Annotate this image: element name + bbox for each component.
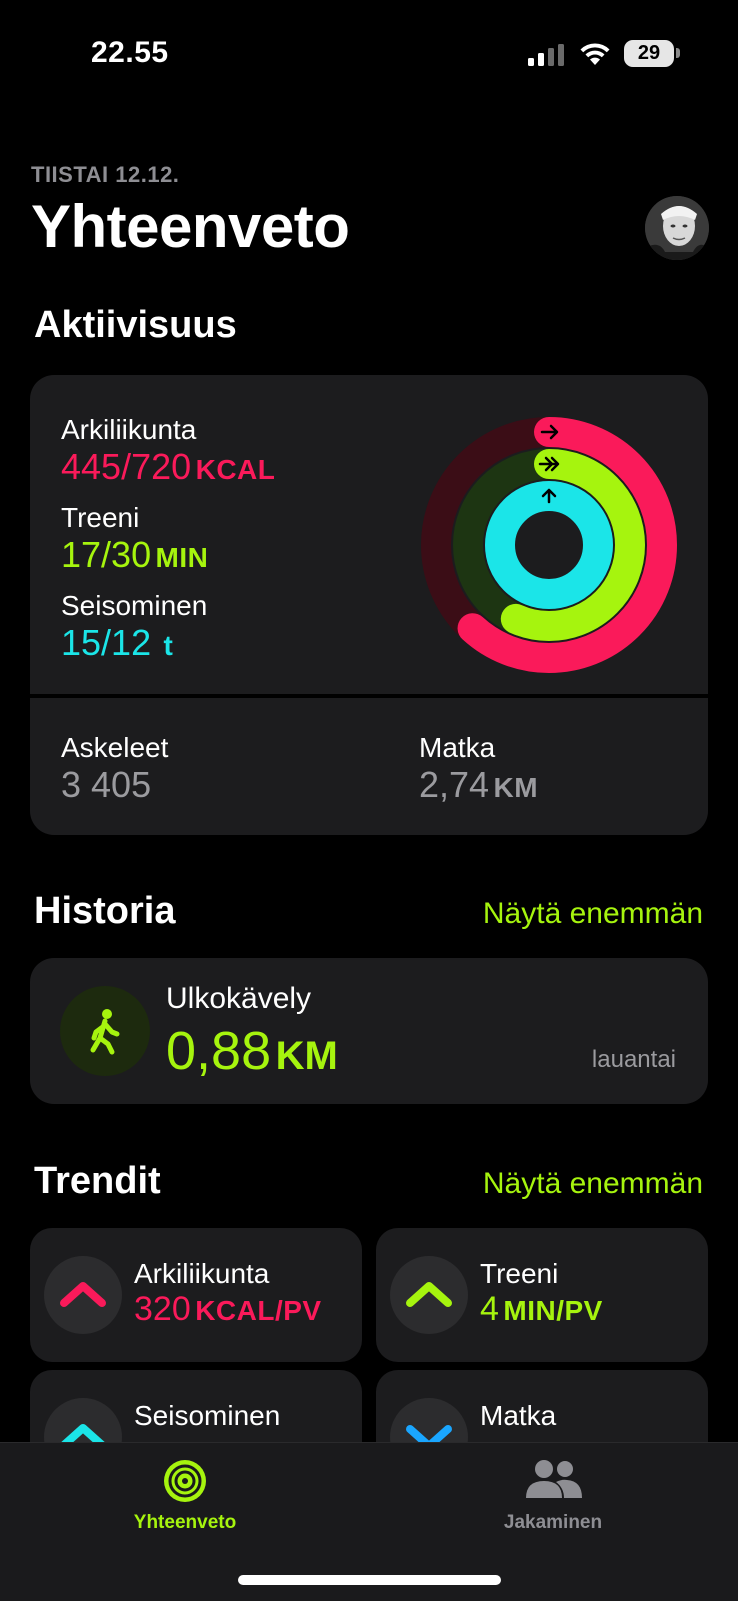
tab-sharing-label: Jakaminen: [503, 1512, 603, 1533]
page-title: Yhteenveto: [31, 193, 350, 260]
trend-label: Treeni: [480, 1258, 559, 1289]
activity-rings[interactable]: [418, 414, 680, 676]
trend-label: Matka: [480, 1400, 557, 1431]
wifi-icon: [580, 43, 610, 65]
status-time: 22.55: [91, 36, 169, 69]
trend-direction-circle: [390, 1256, 468, 1334]
history-heading: Historia: [34, 890, 176, 932]
workout-icon-circle: [60, 986, 150, 1076]
trend-unit: MIN/PV: [503, 1295, 603, 1326]
header-date: TIISTAI 12.12.: [31, 162, 180, 187]
walking-figure-icon: [90, 1009, 120, 1055]
stand-ring: [485, 481, 613, 609]
workout-unit: KM: [275, 1034, 338, 1078]
stand-value: 15/12: [61, 622, 152, 663]
trend-value-row: 4 MIN/PV: [480, 1290, 603, 1329]
steps-label: Askeleet: [61, 732, 169, 763]
move-value: 445/720: [61, 446, 192, 487]
stand-value-row: 15/12 t: [61, 622, 173, 664]
trend-up-arrow-icon: [60, 1282, 106, 1307]
steps-value: 3 405: [61, 764, 152, 805]
distance-label: Matka: [419, 732, 496, 763]
activity-rings-icon: [164, 1460, 206, 1502]
trend-card-move[interactable]: Arkiliikunta 320 KCAL/PV: [30, 1228, 362, 1362]
trend-card-exercise[interactable]: Treeni 4 MIN/PV: [376, 1228, 708, 1362]
battery-tip: [676, 48, 680, 58]
trend-up-arrow-icon: [406, 1282, 452, 1307]
trend-value-row: 320 KCAL/PV: [134, 1290, 322, 1329]
history-show-more-link[interactable]: Näytä enemmän: [483, 897, 703, 931]
cellular-signal-icon: [528, 44, 564, 66]
stand-label: Seisominen: [61, 590, 208, 621]
profile-photo: [645, 196, 709, 260]
tab-summary-label: Yhteenveto: [133, 1512, 237, 1533]
trend-value: 320: [134, 1290, 191, 1328]
trend-label: Seisominen: [134, 1400, 281, 1431]
profile-avatar[interactable]: [645, 196, 709, 260]
workout-value: 0,88: [166, 1021, 272, 1081]
move-label: Arkiliikunta: [61, 414, 197, 445]
distance-value: 2,74: [419, 764, 490, 805]
exercise-value: 17/30: [61, 534, 152, 575]
trend-label: Arkiliikunta: [134, 1258, 270, 1289]
workout-value-row: 0,88 KM: [166, 1020, 338, 1082]
people-icon: [526, 1460, 582, 1498]
trend-direction-circle: [44, 1256, 122, 1334]
exercise-unit: MIN: [155, 542, 209, 573]
stand-unit: t: [163, 630, 174, 661]
exercise-value-row: 17/30 MIN: [61, 534, 208, 576]
activity-card-divider: [30, 694, 708, 698]
battery-indicator: 29: [624, 40, 674, 67]
trend-unit: KCAL/PV: [195, 1295, 322, 1326]
workout-name: Ulkokävely: [166, 982, 312, 1015]
distance-unit: KM: [493, 772, 539, 803]
tab-summary[interactable]: Yhteenveto: [120, 1452, 250, 1548]
workout-day: lauantai: [591, 1046, 676, 1073]
activity-heading: Aktiivisuus: [34, 304, 237, 346]
trend-value: 4: [480, 1290, 499, 1328]
move-value-row: 445/720 KCAL: [61, 446, 275, 488]
distance-value-row: 2,74 KM: [419, 764, 538, 806]
trends-heading: Trendit: [34, 1160, 161, 1202]
home-indicator[interactable]: [238, 1575, 501, 1585]
trends-show-more-link[interactable]: Näytä enemmän: [483, 1167, 703, 1201]
move-unit: KCAL: [195, 454, 276, 485]
tab-sharing[interactable]: Jakaminen: [488, 1452, 618, 1548]
exercise-label: Treeni: [61, 502, 140, 533]
